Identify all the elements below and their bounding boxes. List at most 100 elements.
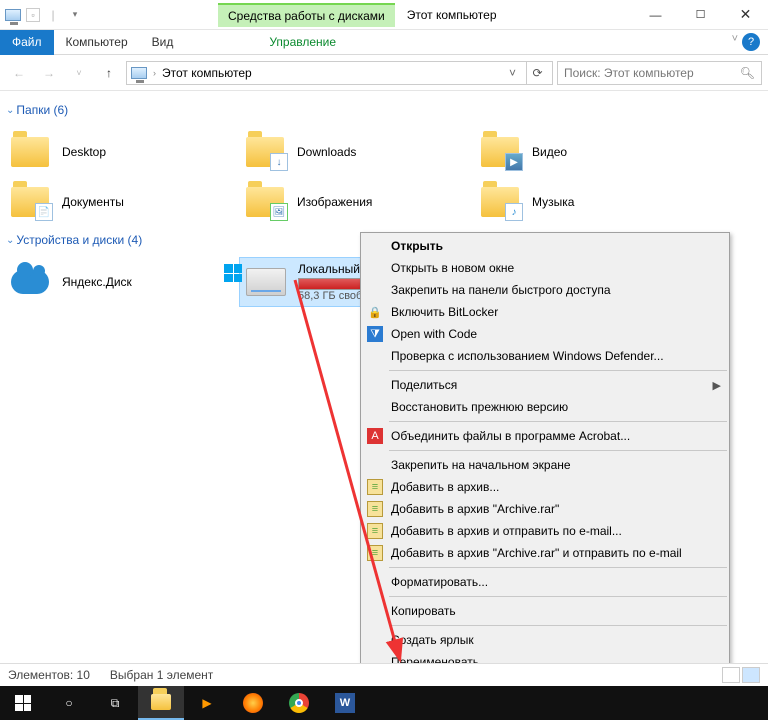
devices-section-label: Устройства и диски (4) (16, 233, 142, 247)
titlebar: ▫ | ▾ Средства работы с дисками Этот ком… (0, 0, 768, 30)
ctx-create-shortcut[interactable]: Создать ярлык (361, 629, 729, 651)
firefox-icon (243, 693, 263, 713)
item-label: Документы (62, 195, 124, 209)
download-overlay-icon: ↓ (270, 153, 288, 171)
qat-dropdown-icon[interactable]: ▾ (66, 6, 84, 24)
chevron-down-icon: ⌄ (6, 105, 14, 116)
view-tiles-button[interactable] (742, 667, 760, 683)
windows-logo-icon (15, 695, 31, 711)
folder-images[interactable]: 🖼Изображения (239, 177, 474, 227)
ctx-open-new-window[interactable]: Открыть в новом окне (361, 257, 729, 279)
ctx-archive-email[interactable]: ≡Добавить в архив и отправить по e-mail.… (361, 520, 729, 542)
window-title: Этот компьютер (407, 8, 497, 22)
pc-icon (4, 6, 22, 24)
tab-file[interactable]: Файл (0, 30, 54, 55)
ctx-format[interactable]: Форматировать... (361, 571, 729, 593)
tab-view[interactable]: Вид (140, 30, 186, 55)
separator (389, 567, 727, 568)
music-overlay-icon: ♪ (505, 203, 523, 221)
wmp-icon: ▶ (202, 696, 211, 710)
address-dropdown-icon[interactable]: ˅ (505, 66, 520, 80)
separator (389, 421, 727, 422)
chrome-icon (289, 693, 309, 713)
ctx-pin-quick-access[interactable]: Закрепить на панели быстрого доступа (361, 279, 729, 301)
address-text: Этот компьютер (162, 66, 252, 80)
bitlocker-icon: 🔒 (367, 304, 383, 320)
ctx-add-archive-rar[interactable]: ≡Добавить в архив "Archive.rar" (361, 498, 729, 520)
item-label: Desktop (62, 145, 106, 159)
winrar-icon: ≡ (367, 523, 383, 539)
up-button[interactable]: ↑ (96, 60, 122, 86)
ctx-pin-start[interactable]: Закрепить на начальном экране (361, 454, 729, 476)
address-bar[interactable]: › Этот компьютер ˅ ⟳ (126, 61, 553, 85)
ctx-windows-defender[interactable]: Проверка с использованием Windows Defend… (361, 345, 729, 367)
folder-desktop[interactable]: Desktop (4, 127, 239, 177)
chevron-right-icon: › (153, 68, 156, 78)
video-overlay-icon: ▶ (505, 153, 523, 171)
taskbar-chrome[interactable] (276, 686, 322, 720)
context-menu: Открыть Открыть в новом окне Закрепить н… (360, 232, 730, 705)
taskbar-firefox[interactable] (230, 686, 276, 720)
ctx-open[interactable]: Открыть (361, 235, 729, 257)
back-button[interactable]: ← (6, 60, 32, 86)
forward-button[interactable]: → (36, 60, 62, 86)
winrar-icon: ≡ (367, 501, 383, 517)
ctx-open-with-code[interactable]: ⧩Open with Code (361, 323, 729, 345)
folders-grid: Desktop ↓ Downloads ▶ Видео 📄Документы 🖼Из… (4, 127, 764, 227)
ctx-copy[interactable]: Копировать (361, 600, 729, 622)
search-placeholder: Поиск: Этот компьютер (564, 66, 694, 80)
maximize-button[interactable]: ☐ (678, 0, 723, 30)
view-details-button[interactable] (722, 667, 740, 683)
windows-flag-icon (224, 264, 242, 282)
ctx-acrobat-combine[interactable]: AОбъединить файлы в программе Acrobat... (361, 425, 729, 447)
ctx-add-archive[interactable]: ≡Добавить в архив... (361, 476, 729, 498)
images-overlay-icon: 🖼 (270, 203, 288, 221)
ctx-restore-previous[interactable]: Восстановить прежнюю версию (361, 396, 729, 418)
item-label: Музыка (532, 195, 574, 209)
tab-manage[interactable]: Управление (257, 30, 348, 55)
close-button[interactable]: ✕ (723, 0, 768, 30)
help-icon[interactable]: ? (742, 33, 760, 51)
status-bar: Элементов: 10 Выбран 1 элемент (0, 663, 768, 686)
taskbar-explorer[interactable] (138, 686, 184, 720)
search-input[interactable]: Поиск: Этот компьютер 🔍︎ (557, 61, 762, 85)
status-item-count: Элементов: 10 (8, 668, 90, 682)
ribbon-collapse-icon[interactable]: ˅ (732, 33, 738, 45)
vscode-icon: ⧩ (367, 326, 383, 342)
separator (389, 370, 727, 371)
submenu-arrow-icon: ▶ (713, 379, 721, 392)
folder-icon (151, 694, 171, 710)
ctx-archive-rar-email[interactable]: ≡Добавить в архив "Archive.rar" и отправ… (361, 542, 729, 564)
address-pc-icon (131, 67, 147, 79)
task-view-button[interactable]: ⧉ (92, 686, 138, 720)
status-selected: Выбран 1 элемент (110, 668, 213, 682)
tab-computer[interactable]: Компьютер (54, 30, 140, 55)
search-taskbar-button[interactable]: ○ (46, 686, 92, 720)
contextual-tab-disk-tools[interactable]: Средства работы с дисками (218, 3, 395, 27)
ctx-share[interactable]: Поделиться▶ (361, 374, 729, 396)
taskbar-media-player[interactable]: ▶ (184, 686, 230, 720)
folder-documents[interactable]: 📄Документы (4, 177, 239, 227)
start-button[interactable] (0, 686, 46, 720)
folder-downloads[interactable]: ↓ Downloads (239, 127, 474, 177)
taskbar-word[interactable]: W (322, 686, 368, 720)
folders-section-label: Папки (6) (16, 103, 68, 117)
acrobat-icon: A (367, 428, 383, 444)
quick-access-toolbar: ▫ | ▾ (0, 6, 88, 24)
folder-video[interactable]: ▶ Видео (474, 127, 709, 177)
item-label: Видео (532, 145, 567, 159)
cloud-icon (11, 270, 49, 294)
separator (389, 625, 727, 626)
folder-music[interactable]: ♪ Музыка (474, 177, 709, 227)
folders-section-header[interactable]: ⌄ Папки (6) (4, 97, 764, 127)
chevron-down-icon: ⌄ (6, 235, 14, 246)
ctx-bitlocker[interactable]: 🔒Включить BitLocker (361, 301, 729, 323)
refresh-button[interactable]: ⟳ (526, 62, 548, 84)
minimize-button[interactable]: — (633, 0, 678, 30)
recent-dropdown[interactable]: ˅ (66, 60, 92, 86)
item-label: Downloads (297, 145, 356, 159)
drive-yandex-disk[interactable]: Яндекс.Диск (4, 257, 239, 307)
qat-btn[interactable]: ▫ (26, 8, 40, 22)
winrar-icon: ≡ (367, 479, 383, 495)
search-icon: ○ (65, 696, 72, 710)
